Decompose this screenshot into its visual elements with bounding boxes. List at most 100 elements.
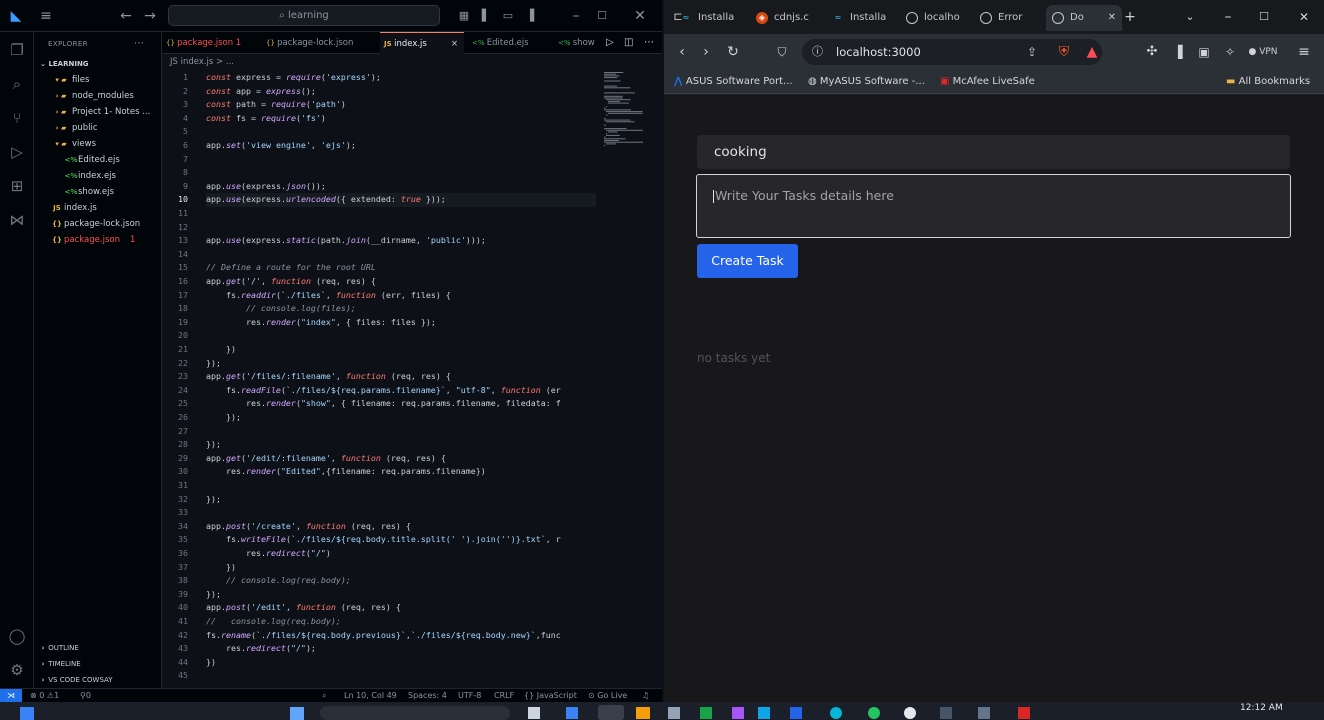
clock[interactable]: 12:12 AM	[1240, 703, 1283, 713]
more-actions-icon[interactable]: ⋯	[134, 38, 144, 49]
extensions-icon[interactable]: ⊞	[7, 176, 27, 196]
vpn-button[interactable]: ● VPN	[1246, 42, 1280, 62]
app-icon[interactable]	[732, 707, 744, 719]
bookmark-icon[interactable]: ⛉	[772, 42, 792, 62]
code-line[interactable]: })	[206, 656, 596, 670]
timeline-section[interactable]: › TIMELINE	[34, 656, 162, 672]
app-icon[interactable]	[700, 707, 712, 719]
app-icon[interactable]	[790, 707, 802, 719]
close-icon[interactable]: ✕	[1294, 7, 1314, 27]
tab-edited-ejs[interactable]: <% Edited.ejs	[468, 32, 554, 54]
hamburger-menu-icon[interactable]: ≡	[36, 6, 56, 26]
code-line[interactable]: })	[206, 343, 596, 357]
browser-tab-installation-1[interactable]: ≈ Installa	[674, 5, 744, 31]
file-explorer-icon[interactable]	[636, 707, 650, 719]
browser-tab-installation-2[interactable]: ≈ Installa	[826, 5, 896, 31]
share-icon[interactable]: ⇪	[1022, 42, 1042, 62]
ports-indicator[interactable]: ⚲0	[80, 689, 91, 702]
code-line[interactable]: fs.readdir(`./files`, function (err, fil…	[206, 289, 596, 303]
browser-tab-error[interactable]: Error	[974, 5, 1044, 31]
whatsapp-icon[interactable]	[868, 707, 880, 719]
brave-shields-icon[interactable]: ⛨	[1054, 42, 1074, 62]
search-icon[interactable]: ⌕	[7, 74, 27, 94]
go-live-button[interactable]: ⊙ Go Live	[588, 689, 627, 702]
code-line[interactable]: app.get('/', function (req, res) {	[206, 275, 596, 289]
code-line[interactable]: app.post('/create', function (req, res) …	[206, 520, 596, 534]
gear-icon[interactable]: ⚙	[7, 660, 27, 680]
code-line[interactable]: res.render("show", { filename: req.param…	[206, 397, 596, 411]
code-line[interactable]: const express = require('express');	[206, 71, 596, 85]
leo-ai-icon[interactable]: ✧	[1220, 42, 1240, 62]
bookmark-myasus[interactable]: ◍ MyASUS Software -...	[808, 70, 925, 93]
source-control-icon[interactable]: ⑂	[7, 108, 27, 128]
app-icon[interactable]	[668, 707, 680, 719]
indentation[interactable]: Spaces: 4	[408, 689, 447, 702]
minimap[interactable]	[602, 70, 662, 150]
code-line[interactable]: app.post('/edit', function (req, res) {	[206, 601, 596, 615]
brave-taskbar-icon[interactable]	[598, 705, 624, 720]
tab-index-js[interactable]: JS index.js ×	[380, 32, 464, 54]
tab-package-json[interactable]: {} package.json 1	[162, 32, 262, 54]
toggle-sidebar-icon[interactable]: ▌	[476, 6, 496, 26]
close-icon[interactable]: ✕	[630, 6, 650, 26]
code-line[interactable]: });	[206, 493, 596, 507]
task-view-icon[interactable]	[528, 707, 540, 719]
task-details-textarea[interactable]: Write Your Tasks details here	[696, 174, 1291, 238]
tree-item[interactable]: ▾ ▰ views	[34, 136, 162, 152]
bookmark-asus-portal[interactable]: ⋀ ASUS Software Port...	[674, 70, 793, 93]
code-line[interactable]: })	[206, 561, 596, 575]
cowsay-section[interactable]: › VS CODE COWSAY	[34, 672, 162, 688]
browser-tab-active[interactable]: Do ✕	[1046, 5, 1122, 31]
code-line[interactable]: });	[206, 438, 596, 452]
code-line[interactable]: app.get('/files/:filename', function (re…	[206, 370, 596, 384]
all-bookmarks[interactable]: ▬ All Bookmarks	[1226, 70, 1310, 93]
app-icon[interactable]	[830, 707, 842, 719]
chevron-down-icon[interactable]: ⌄	[1180, 7, 1200, 27]
tab-show-ejs[interactable]: <% show	[554, 32, 602, 54]
code-line[interactable]: res.redirect("/")	[206, 547, 596, 561]
code-line[interactable]: app.use(express.urlencoded({ extended: t…	[206, 193, 596, 207]
files-icon[interactable]: ❐	[7, 40, 27, 60]
code-line[interactable]: res.redirect("/");	[206, 642, 596, 656]
run-icon[interactable]: ▷	[602, 32, 620, 54]
browser-tab-localhost[interactable]: localho	[900, 5, 970, 31]
toggle-secondary-sidebar-icon[interactable]: ▐	[520, 6, 540, 26]
breadcrumb[interactable]: JS index.js > ...	[162, 54, 662, 70]
minimize-icon[interactable]: –	[1218, 7, 1238, 27]
create-task-button[interactable]: Create Task	[697, 244, 798, 278]
code-line[interactable]: app.use(express.static(path.join(__dirna…	[206, 234, 596, 248]
windows-start-icon[interactable]	[20, 707, 34, 720]
maximize-icon[interactable]: ☐	[592, 6, 612, 26]
tree-item[interactable]: {} package-lock.json	[34, 216, 162, 232]
forward-icon[interactable]: ›	[696, 42, 716, 62]
code-line[interactable]: const fs = require('fs')	[206, 112, 596, 126]
tree-item[interactable]: <%Edited.ejs	[34, 152, 162, 168]
workspace-root[interactable]: ⌄ LEARNING	[34, 56, 162, 72]
tree-item[interactable]: › ▰ public	[34, 120, 162, 136]
extensions-icon[interactable]: ✣	[1142, 42, 1162, 62]
task-title-input[interactable]: cooking	[697, 135, 1290, 169]
code-line[interactable]: app.set('view engine', 'ejs');	[206, 139, 596, 153]
code-line[interactable]: // console.log(req.body);	[206, 615, 596, 629]
tree-item[interactable]: ▾ ▰ files	[34, 72, 162, 88]
app-icon[interactable]	[940, 707, 952, 719]
code-line[interactable]: // Define a route for the root URL	[206, 261, 596, 275]
zoom-icon[interactable]: ⌕	[322, 689, 326, 702]
back-icon[interactable]: ‹	[672, 42, 692, 62]
code-line[interactable]: res.render("Edited",{filename: req.param…	[206, 465, 596, 479]
close-tab-icon[interactable]: ×	[451, 33, 458, 54]
app-icon[interactable]	[758, 707, 770, 719]
reload-icon[interactable]: ↻	[723, 42, 743, 62]
remote-icon[interactable]: ⋈	[7, 210, 27, 230]
notifications-icon[interactable]: ♫	[642, 689, 649, 702]
new-tab-icon[interactable]: +	[1120, 7, 1140, 27]
encoding[interactable]: UTF-8	[458, 689, 481, 702]
remote-indicator-icon[interactable]: ⋊	[0, 689, 22, 702]
tab-package-lock-json[interactable]: {} package-lock.json	[262, 32, 374, 54]
more-actions-icon[interactable]: ⋯	[640, 32, 658, 54]
command-center-search[interactable]: ⌕ learning	[168, 5, 440, 26]
wallet-icon[interactable]: ▣	[1194, 42, 1214, 62]
tree-item[interactable]: › ▰ node_modules	[34, 88, 162, 104]
toggle-panel-icon[interactable]: ▭	[498, 6, 518, 26]
brave-rewards-icon[interactable]: ▲	[1082, 42, 1102, 62]
